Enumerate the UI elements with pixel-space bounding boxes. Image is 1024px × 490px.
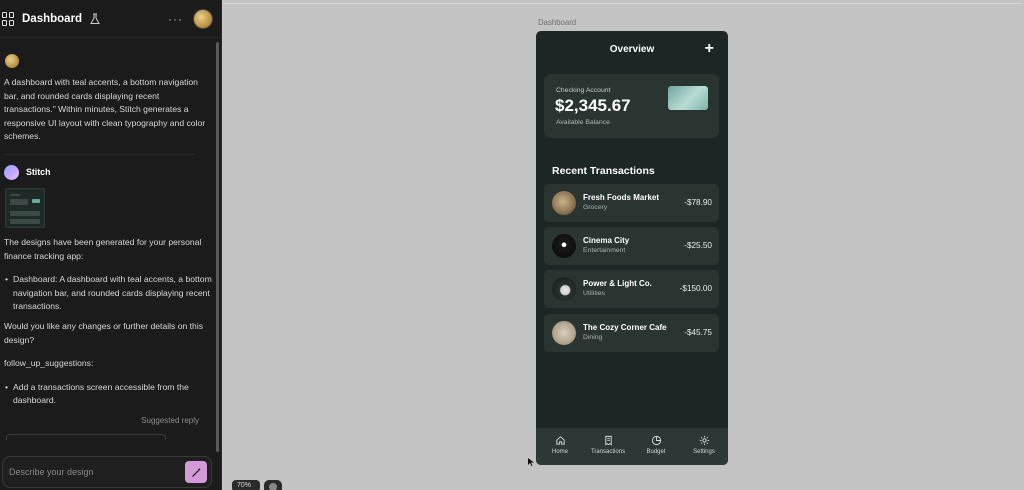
frame-label[interactable]: Dashboard (538, 18, 576, 27)
transaction-category: Entertainment (583, 247, 626, 254)
chat-messages[interactable]: A dashboard with teal accents, a bottom … (0, 46, 213, 448)
bot-bullet-list: Dashboard: A dashboard with teal accents… (4, 273, 213, 314)
gear-icon (699, 435, 709, 446)
canvas-tool-button[interactable] (264, 480, 282, 490)
bank-card-image (668, 86, 708, 110)
design-thumbnail[interactable] (5, 187, 45, 228)
screen-title: Overview (609, 44, 655, 55)
nav-item-settings[interactable]: Settings (680, 428, 728, 465)
follow-up-label: follow_up_suggestions: (4, 358, 94, 369)
transaction-row[interactable]: Cinema City Entertainment -$25.50 (544, 227, 719, 265)
nav-item-budget[interactable]: Budget (632, 428, 680, 465)
prompt-input[interactable] (9, 467, 185, 477)
follow-up-bullet: Add a transactions screen accessible fro… (4, 381, 213, 408)
transaction-name: Power & Light Co. (583, 279, 652, 288)
bottom-navigation: Home Transactions Budget Settings (536, 428, 728, 465)
bot-message-header: Stitch (4, 164, 213, 180)
transaction-row[interactable]: The Cozy Corner Cafe Dining -$45.75 (544, 314, 719, 352)
stitch-avatar (4, 164, 19, 180)
account-balance: $2,345.67 (555, 96, 631, 115)
nav-label-home: Home (551, 449, 568, 455)
suggested-reply-label: Suggested reply (141, 415, 199, 425)
suggested-reply-chip[interactable] (6, 433, 166, 440)
nav-label-transactions: Transactions (590, 449, 626, 455)
message-divider (4, 153, 195, 155)
prompt-input-bar (2, 456, 212, 488)
transaction-category: Utilities (583, 290, 605, 297)
transaction-row[interactable]: Power & Light Co. Utilities -$150.00 (544, 270, 719, 308)
follow-up-list: Add a transactions screen accessible fro… (4, 381, 213, 408)
apps-grid-icon[interactable] (2, 11, 16, 26)
nav-item-transactions[interactable]: Transactions (584, 428, 632, 465)
transaction-category: Grocery (583, 204, 608, 211)
project-title: Dashboard (22, 12, 83, 25)
transaction-category: Dining (583, 334, 603, 341)
nav-label-budget: Budget (646, 449, 666, 455)
transaction-amount: -$45.75 (684, 328, 712, 337)
nav-item-home[interactable]: Home (536, 428, 584, 465)
receipt-icon (604, 435, 612, 446)
generate-button[interactable] (185, 461, 207, 483)
magic-wand-icon (191, 467, 201, 477)
circle-icon (269, 483, 277, 490)
transaction-name: Cinema City (583, 236, 630, 245)
panel-header: Dashboard ··· (0, 0, 221, 38)
flask-icon[interactable] (89, 13, 101, 25)
transaction-thumbnail (552, 321, 576, 345)
user-message-avatar (5, 54, 19, 68)
panel-scrollbar[interactable] (216, 42, 219, 452)
home-icon (555, 436, 565, 445)
transaction-amount: -$78.90 (684, 198, 712, 207)
bot-intro: The designs have been generated for your… (4, 236, 202, 261)
chat-panel: Dashboard ··· A dashboard with teal acce… (0, 0, 222, 490)
transaction-row[interactable]: Fresh Foods Market Grocery -$78.90 (544, 184, 719, 222)
pie-chart-icon (651, 435, 661, 446)
add-button[interactable]: + (705, 40, 714, 58)
phone-header: Overview + (536, 31, 728, 71)
transaction-amount: -$150.00 (679, 284, 712, 293)
recent-transactions-title: Recent Transactions (552, 165, 655, 177)
bot-bullet: Dashboard: A dashboard with teal accents… (4, 273, 213, 314)
mouse-cursor-icon (528, 458, 534, 466)
more-options-button[interactable]: ··· (168, 12, 183, 26)
transaction-thumbnail (552, 234, 576, 258)
transaction-thumbnail (552, 191, 576, 215)
account-card[interactable]: Checking Account $2,345.67 Available Bal… (544, 74, 719, 138)
bot-name: Stitch (26, 166, 51, 177)
balance-sublabel: Available Balance (556, 119, 610, 126)
nav-label-settings: Settings (693, 449, 715, 455)
zoom-level[interactable]: 70% (232, 480, 260, 490)
transaction-name: Fresh Foods Market (583, 193, 660, 202)
phone-frame[interactable]: Overview + Checking Account $2,345.67 Av… (536, 31, 728, 465)
transaction-thumbnail (552, 277, 576, 301)
user-avatar[interactable] (193, 8, 213, 29)
account-label: Checking Account (556, 87, 611, 94)
transaction-amount: -$25.50 (684, 241, 712, 250)
user-message: A dashboard with teal accents, a bottom … (4, 77, 206, 142)
transaction-name: The Cozy Corner Cafe (583, 323, 667, 332)
bot-question: Would you like any changes or further de… (4, 320, 204, 345)
